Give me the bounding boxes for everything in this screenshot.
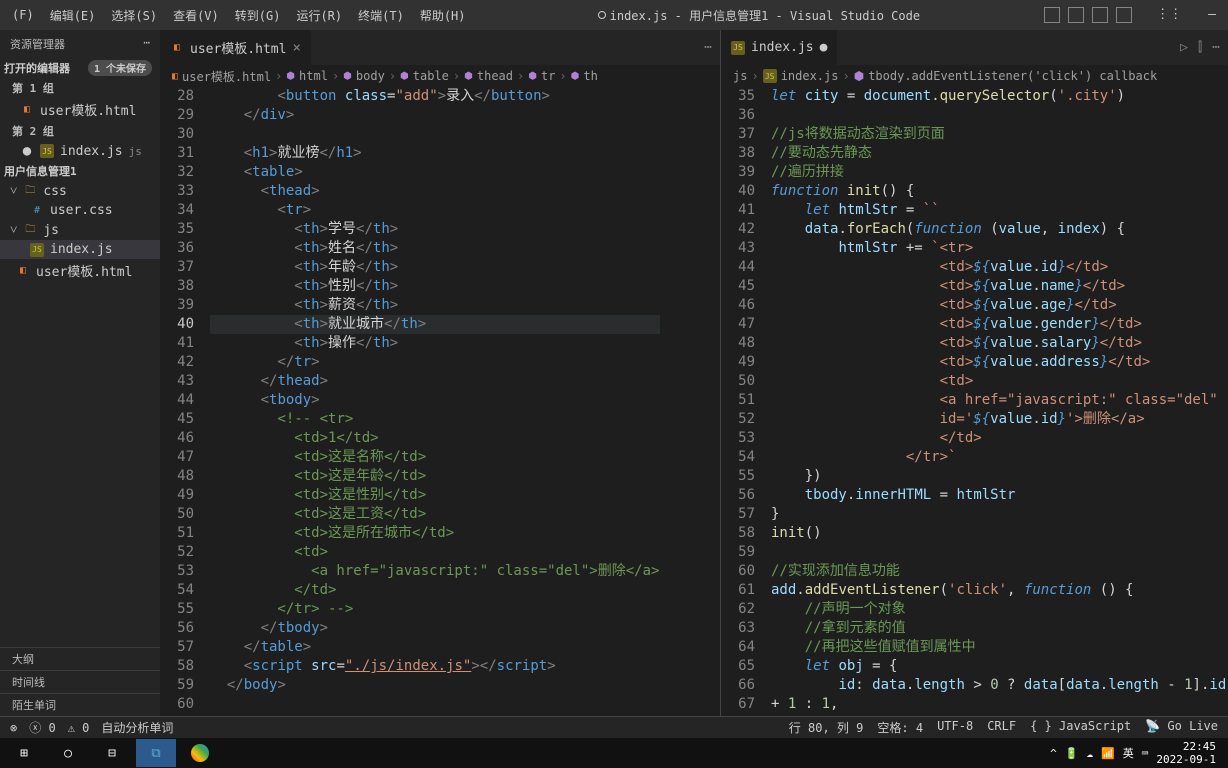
open-editor-html[interactable]: ◧ user模板.html	[0, 98, 160, 121]
task-view-icon[interactable]: ⊟	[92, 739, 132, 767]
tab-indexjs[interactable]: JS index.js ●	[721, 30, 837, 65]
layout-icon[interactable]	[1068, 7, 1084, 23]
project-section[interactable]: 用户信息管理1	[0, 163, 77, 179]
html-icon: ◧	[172, 71, 178, 82]
folder-icon: 🗀	[23, 223, 37, 237]
search-icon[interactable]: ○	[48, 739, 88, 767]
layout-icon[interactable]	[1092, 7, 1108, 23]
tray-icon[interactable]: 🔋	[1065, 747, 1079, 760]
layout-icon[interactable]	[1044, 7, 1060, 23]
run-icon[interactable]: ▷	[1180, 40, 1188, 55]
problems-errors[interactable]: ⓧ 0	[29, 719, 55, 736]
open-editor-js[interactable]: ● JS index.js js	[0, 141, 160, 161]
start-button[interactable]: ⊞	[4, 739, 44, 767]
modified-indicator: ●	[820, 40, 828, 55]
strange-words-section[interactable]: 陌生单词	[0, 693, 160, 716]
layout-icon[interactable]	[1116, 7, 1132, 23]
split-icon[interactable]: ⫿	[1198, 40, 1202, 55]
file-usercss[interactable]: # user.css	[0, 201, 160, 220]
js-icon: JS	[30, 243, 44, 257]
chevron-down-icon: ˅	[10, 183, 17, 199]
problems-warnings[interactable]: ⚠ 0	[68, 721, 90, 735]
menu-edit[interactable]: 编辑(E)	[42, 3, 104, 28]
taskbar: ⊞ ○ ⊟ ⧉ ^ 🔋 ☁ 📶 英 ⌨ 22:45 2022-09-1	[0, 738, 1228, 768]
css-icon: #	[30, 204, 44, 218]
statusbar: ⊗ ⓧ 0 ⚠ 0 自动分析单词 行 80, 列 9 空格: 4 UTF-8 C…	[0, 716, 1228, 738]
js-icon: JS	[763, 69, 777, 83]
menubar: (F) 编辑(E) 选择(S) 查看(V) 转到(G) 运行(R) 终端(T) …	[0, 0, 1228, 30]
keyboard-icon[interactable]: ⌨	[1142, 747, 1149, 760]
code-editor-1[interactable]: 2829303132333435363738394041424344454647…	[160, 87, 720, 716]
tab-userhtml[interactable]: ◧ user模板.html ×	[160, 30, 311, 65]
wifi-icon[interactable]: 📶	[1101, 747, 1115, 760]
folder-js[interactable]: ˅ 🗀 js	[0, 220, 160, 240]
remote-icon[interactable]: ⊗	[10, 721, 17, 735]
js-icon: JS	[40, 144, 54, 158]
code-editor-2[interactable]: 3536373839404142434445464748495051525354…	[721, 87, 1228, 716]
menu-run[interactable]: 运行(R)	[288, 3, 350, 28]
group-2-label: 第 2 组	[0, 121, 160, 141]
file-userhtml[interactable]: ◧ user模板.html	[0, 259, 160, 282]
indentation[interactable]: 空格: 4	[877, 719, 923, 736]
folder-icon: 🗀	[23, 184, 37, 198]
go-live[interactable]: 📡 Go Live	[1145, 719, 1218, 736]
more-icon[interactable]: ⋯	[704, 40, 712, 55]
more-icon[interactable]: ⋯	[1212, 40, 1220, 55]
layout-icon[interactable]: ⋮⋮	[1156, 7, 1172, 23]
menu-select[interactable]: 选择(S)	[103, 3, 165, 28]
js-icon: JS	[731, 41, 745, 55]
menu-view[interactable]: 查看(V)	[165, 3, 227, 28]
group-1-label: 第 1 组	[0, 78, 160, 98]
file-indexjs[interactable]: JS index.js	[0, 240, 160, 259]
breadcrumb-1[interactable]: ◧user模板.html› ⬢html› ⬢body› ⬢table› ⬢the…	[160, 65, 720, 87]
html-icon: ◧	[170, 41, 184, 55]
eol[interactable]: CRLF	[987, 719, 1016, 736]
chrome-taskbar-icon[interactable]	[180, 739, 220, 767]
editor-group-1: ◧ user模板.html × ⋯ ◧user模板.html› ⬢html› ⬢…	[160, 30, 720, 716]
auto-analyze[interactable]: 自动分析单词	[101, 719, 173, 736]
modified-indicator: ●	[20, 143, 34, 159]
menu-terminal[interactable]: 终端(T)	[350, 3, 412, 28]
vscode-taskbar-icon[interactable]: ⧉	[136, 739, 176, 767]
menu-file[interactable]: (F)	[4, 4, 42, 26]
html-icon: ◧	[20, 103, 34, 117]
html-icon: ◧	[16, 264, 30, 278]
explorer-title: 资源管理器	[10, 36, 65, 52]
timeline-section[interactable]: 时间线	[0, 670, 160, 693]
encoding[interactable]: UTF-8	[937, 719, 973, 736]
breadcrumb-2[interactable]: js› JSindex.js› ⬢tbody.addEventListener(…	[721, 65, 1228, 87]
minimap[interactable]	[660, 87, 720, 716]
open-editors-section[interactable]: 打开的编辑器	[0, 60, 70, 76]
layout-controls: ⋮⋮ —	[1044, 7, 1224, 23]
language-mode[interactable]: { } JavaScript	[1030, 719, 1131, 736]
menu-goto[interactable]: 转到(G)	[227, 3, 289, 28]
ime-indicator[interactable]: 英	[1123, 745, 1134, 761]
unsaved-badge: 1 个未保存	[88, 60, 152, 76]
window-title: index.js - 用户信息管理1 - Visual Studio Code	[474, 7, 1045, 24]
editor-group-2: JS index.js ● ▷ ⫿ ⋯ js› JSindex.js› ⬢tbo…	[721, 30, 1228, 716]
tray-chevron-icon[interactable]: ^	[1050, 747, 1057, 760]
menu-help[interactable]: 帮助(H)	[412, 3, 474, 28]
tray-icon[interactable]: ☁	[1086, 747, 1093, 760]
close-icon[interactable]: ×	[292, 40, 300, 56]
clock-date[interactable]: 2022-09-1	[1156, 753, 1216, 766]
clock-time[interactable]: 22:45	[1156, 740, 1216, 753]
sidebar: 资源管理器 ⋯ 打开的编辑器 1 个未保存 第 1 组 ◧ user模板.htm…	[0, 30, 160, 716]
more-icon[interactable]: ⋯	[143, 36, 150, 52]
minimize-icon[interactable]: —	[1208, 7, 1216, 23]
outline-section[interactable]: 大纲	[0, 647, 160, 670]
chevron-down-icon: ˅	[10, 222, 17, 238]
folder-css[interactable]: ˅ 🗀 css	[0, 181, 160, 201]
cursor-position[interactable]: 行 80, 列 9	[789, 719, 864, 736]
